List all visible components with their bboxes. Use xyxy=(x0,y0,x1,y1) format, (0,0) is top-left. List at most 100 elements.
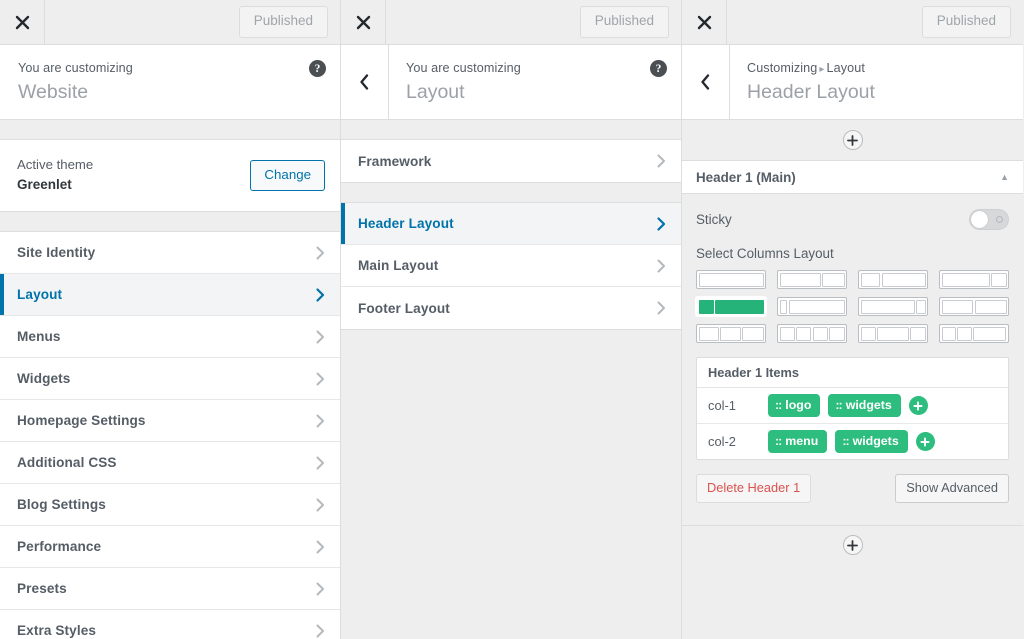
sidebar-item-extra-styles[interactable]: Extra Styles xyxy=(0,610,340,639)
drag-handle-icon[interactable]: :: xyxy=(775,434,782,448)
header-item-tag-logo[interactable]: :: logo xyxy=(768,394,821,418)
column-key-label: col-1 xyxy=(708,398,736,414)
drag-handle-icon[interactable]: :: xyxy=(842,434,849,448)
column-layout-option[interactable] xyxy=(858,270,928,290)
customizer-panel-header-layout: Published Customizing ▸ Layout Header Layo… xyxy=(682,0,1023,639)
panel-2-nav-separator xyxy=(341,183,681,203)
add-item-button-col-2[interactable] xyxy=(915,432,935,452)
active-theme-name: Greenlet xyxy=(17,177,72,192)
sidebar-item-label: Performance xyxy=(17,539,102,555)
sidebar-item-label: Menus xyxy=(17,329,61,345)
breadcrumb-parent-root: Customizing xyxy=(747,61,818,75)
drag-handle-icon[interactable]: :: xyxy=(775,398,782,412)
sidebar-item-label: Widgets xyxy=(17,371,71,387)
column-layout-option-selected[interactable] xyxy=(696,297,766,317)
header-item-tag-menu[interactable]: :: menu xyxy=(768,430,828,454)
panel-1-list-gap xyxy=(0,212,340,232)
sidebar-item-presets[interactable]: Presets xyxy=(0,568,340,611)
sidebar-item-menus[interactable]: Menus xyxy=(0,316,340,359)
add-header-bottom-button[interactable] xyxy=(842,535,863,556)
close-icon[interactable] xyxy=(0,0,45,44)
sticky-control-row: Sticky xyxy=(696,206,1009,232)
table-row: col-2 :: menu :: widgets xyxy=(697,424,1008,459)
chevron-right-icon xyxy=(316,246,325,260)
sidebar-item-footer-layout[interactable]: Footer Layout xyxy=(341,287,681,330)
column-layout-option[interactable] xyxy=(696,324,766,344)
delete-header-button[interactable]: Delete Header 1 xyxy=(696,474,812,503)
sidebar-item-label: Additional CSS xyxy=(17,455,117,471)
sidebar-item-label: Header Layout xyxy=(358,216,454,232)
chevron-right-icon xyxy=(316,456,325,470)
sidebar-item-label: Footer Layout xyxy=(358,300,450,316)
chevron-up-icon: ▲ xyxy=(1000,171,1009,182)
column-layout-option[interactable] xyxy=(939,324,1009,344)
panel-1-gap-strip xyxy=(0,120,340,140)
published-button[interactable]: Published xyxy=(579,6,669,38)
sidebar-item-widgets[interactable]: Widgets xyxy=(0,358,340,401)
close-icon[interactable] xyxy=(682,0,727,44)
sidebar-item-label: Layout xyxy=(17,287,63,303)
customizer-panel-root: Published You are customizing Website ? … xyxy=(0,0,341,639)
column-layout-option[interactable] xyxy=(939,270,1009,290)
sidebar-item-layout[interactable]: Layout xyxy=(0,274,340,317)
sidebar-item-additional-css[interactable]: Additional CSS xyxy=(0,442,340,485)
table-row: col-1 :: logo :: widgets xyxy=(697,388,1008,425)
sidebar-item-site-identity[interactable]: Site Identity xyxy=(0,232,340,275)
back-icon[interactable] xyxy=(341,45,389,120)
sidebar-item-performance[interactable]: Performance xyxy=(0,526,340,569)
close-icon[interactable] xyxy=(341,0,386,44)
sticky-toggle[interactable] xyxy=(969,208,1009,230)
help-icon[interactable]: ? xyxy=(309,60,326,77)
section-header-header-1[interactable]: Header 1 (Main) ▲ xyxy=(682,160,1023,195)
help-icon[interactable]: ? xyxy=(650,60,667,77)
header-item-tag-widgets[interactable]: :: widgets xyxy=(835,430,908,454)
panel-2-title-block: You are customizing Layout ? xyxy=(389,45,681,119)
published-button[interactable]: Published xyxy=(238,6,328,38)
sidebar-item-framework[interactable]: Framework xyxy=(341,140,681,183)
column-layout-option[interactable] xyxy=(858,297,928,317)
sticky-toggle-off-indicator xyxy=(996,215,1003,223)
add-header-top-button[interactable] xyxy=(842,130,863,151)
column-layout-option[interactable] xyxy=(696,270,766,290)
panel-1-eyebrow: You are customizing xyxy=(18,61,133,75)
header-item-tag-label: logo xyxy=(785,398,812,413)
chevron-right-icon xyxy=(657,301,666,315)
sidebar-item-homepage-settings[interactable]: Homepage Settings xyxy=(0,400,340,443)
panel-3-title-block: Customizing ▸ Layout Header Layout xyxy=(730,45,1023,119)
header-item-tag-label: widgets xyxy=(852,434,899,449)
show-advanced-button[interactable]: Show Advanced xyxy=(895,474,1009,503)
header-item-tag-label: menu xyxy=(785,434,819,449)
back-icon[interactable] xyxy=(682,45,730,120)
sidebar-item-header-layout[interactable]: Header Layout xyxy=(341,203,681,246)
header-items-table-title: Header 1 Items xyxy=(697,358,1008,389)
panel-3-body: Header 1 (Main) ▲ Sticky Select Columns … xyxy=(682,120,1023,639)
column-layout-option[interactable] xyxy=(777,324,847,344)
add-item-button-col-1[interactable] xyxy=(908,396,928,416)
panel-1-title-block: You are customizing Website ? xyxy=(0,45,340,119)
chevron-right-icon xyxy=(316,540,325,554)
sticky-label: Sticky xyxy=(696,211,732,227)
topbar-panel-1: Published xyxy=(0,0,340,45)
published-button[interactable]: Published xyxy=(921,6,1011,38)
sidebar-item-blog-settings[interactable]: Blog Settings xyxy=(0,484,340,527)
panel-2-nav-list-top: Framework xyxy=(341,139,681,184)
chevron-right-icon xyxy=(316,330,325,344)
breadcrumb-separator-icon: ▸ xyxy=(819,64,825,75)
panel-2-title-row: You are customizing Layout ? xyxy=(341,45,681,121)
header-item-tag-widgets[interactable]: :: widgets xyxy=(828,394,901,418)
sidebar-item-main-layout[interactable]: Main Layout xyxy=(341,245,681,288)
active-theme-info: Active theme Greenlet xyxy=(17,155,250,195)
column-layout-option[interactable] xyxy=(777,297,847,317)
column-layout-option[interactable] xyxy=(777,270,847,290)
column-key-label: col-2 xyxy=(708,434,736,450)
change-theme-button[interactable]: Change xyxy=(250,159,325,191)
chevron-right-icon xyxy=(657,259,666,273)
drag-handle-icon[interactable]: :: xyxy=(835,398,842,412)
page-title: Website xyxy=(18,80,89,103)
breadcrumb-parent[interactable]: Layout xyxy=(827,61,865,75)
columns-layout-grid xyxy=(696,270,1009,344)
column-layout-option[interactable] xyxy=(939,297,1009,317)
column-layout-option[interactable] xyxy=(858,324,928,344)
